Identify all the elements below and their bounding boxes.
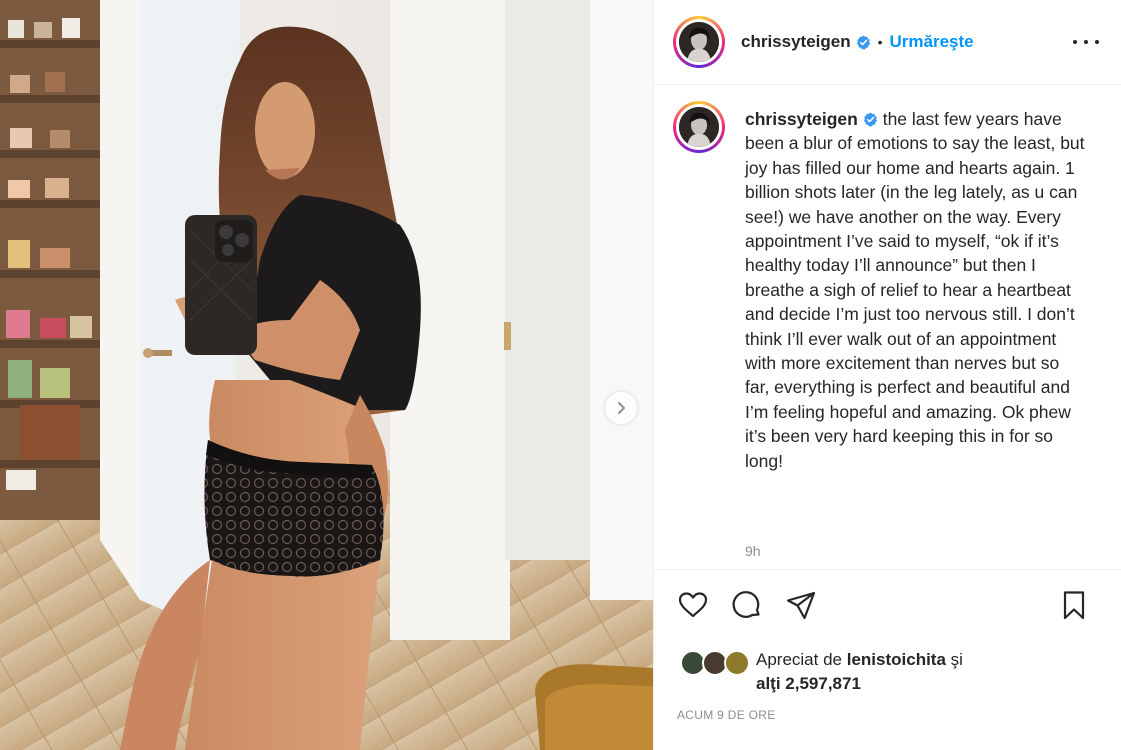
- caption-author-avatar[interactable]: [673, 101, 725, 153]
- post-photo-image: [0, 0, 653, 750]
- post-caption: chrissyteigen the last few years have be…: [745, 107, 1085, 473]
- author-avatar[interactable]: [673, 16, 725, 68]
- caption-username[interactable]: chrissyteigen: [745, 109, 858, 129]
- post-side-panel: chrissyteigen • Urmăreşte chrissyteigen …: [653, 0, 1121, 750]
- likes-summary: Apreciat de lenistoichita şi alţi 2,597,…: [680, 644, 1100, 694]
- chevron-right-icon: [618, 402, 625, 414]
- comments-area[interactable]: chrissyteigen the last few years have be…: [654, 86, 1121, 570]
- likes-prefix: Apreciat de: [756, 650, 842, 669]
- likes-count[interactable]: alţi 2,597,871: [756, 674, 861, 693]
- likes-and: şi: [950, 650, 963, 669]
- bookmark-icon[interactable]: [1057, 588, 1091, 622]
- separator-dot: •: [877, 34, 883, 50]
- caption-timestamp[interactable]: 9h: [745, 543, 761, 559]
- author-username[interactable]: chrissyteigen: [741, 32, 851, 52]
- comment-bubble-icon[interactable]: [730, 588, 764, 622]
- verified-badge-icon: [863, 109, 878, 127]
- author-avatar-image: [679, 22, 719, 62]
- action-bar: [654, 588, 1121, 628]
- posted-time[interactable]: ACUM 9 DE ORE: [677, 708, 776, 722]
- verified-badge-icon: [856, 34, 871, 50]
- next-photo-button[interactable]: [605, 392, 637, 424]
- caption-text: the last few years have been a blur of e…: [745, 109, 1085, 471]
- post-header: chrissyteigen • Urmăreşte: [654, 0, 1121, 85]
- liker-avatars[interactable]: [680, 650, 752, 678]
- follow-button[interactable]: Urmăreşte: [890, 32, 974, 52]
- likes-text: Apreciat de lenistoichita şi alţi 2,597,…: [756, 648, 1096, 696]
- post-photo[interactable]: [0, 0, 653, 750]
- paper-plane-icon[interactable]: [784, 588, 818, 622]
- liker-avatar: [724, 650, 750, 676]
- heart-icon[interactable]: [676, 588, 710, 622]
- more-options-icon[interactable]: [1073, 30, 1099, 54]
- liker-username[interactable]: lenistoichita: [847, 650, 946, 669]
